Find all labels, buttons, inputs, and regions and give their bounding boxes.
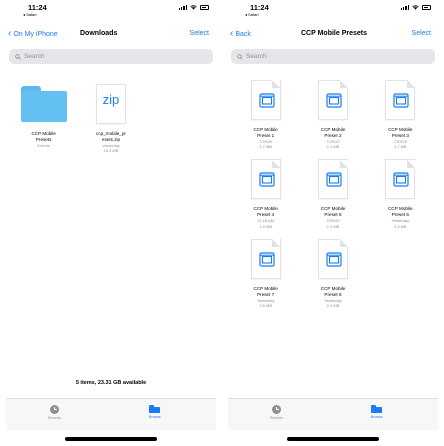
document-icon xyxy=(250,238,281,279)
item-size: 2.7 MB xyxy=(259,144,272,150)
select-button[interactable]: Select xyxy=(412,30,431,37)
item-name: ccp_mobile_pr esets.zip xyxy=(96,131,126,142)
folder-item[interactable]: CCP Mobile Presets 9 items xyxy=(10,82,77,153)
home-indicator[interactable] xyxy=(65,437,157,441)
battery-icon xyxy=(200,5,209,10)
file-grid: CCP Mobile Presets 9 items zip ccp_mobil… xyxy=(0,82,222,153)
back-to-safari[interactable]: ◂ Safari xyxy=(245,12,259,17)
item-size: 2.7 MB xyxy=(393,144,407,150)
preset-file-item[interactable]: CCP Mobile Preset 1 7/29/20 2.7 MB xyxy=(232,78,299,149)
item-name: CCP Mobile Preset 5 xyxy=(320,206,346,218)
navigation-bar: ‹ Back CCP Mobile Presets Select xyxy=(222,28,444,44)
signal-icon xyxy=(178,5,187,10)
preset-file-item[interactable]: CCP Mobile Preset 3 7/29/20 2.7 MB xyxy=(367,78,434,149)
item-size: 2.2 MB xyxy=(326,223,340,229)
item-size: 2.5 MB xyxy=(259,303,272,309)
status-icons xyxy=(178,5,209,10)
status-bar: 11:24 ◂ Safari xyxy=(222,0,444,18)
back-to-safari[interactable]: ◂ Safari xyxy=(23,12,37,17)
document-icon xyxy=(317,80,348,120)
document-icon xyxy=(250,80,281,120)
preset-file-item[interactable]: CCP Mobile Preset 5 7/29/20 2.2 MB xyxy=(299,157,366,229)
tab-browse[interactable]: Browse xyxy=(149,405,161,419)
signal-icon xyxy=(400,5,409,10)
back-button[interactable]: ‹ On My iPhone xyxy=(8,28,58,39)
tab-recents[interactable]: Recents xyxy=(270,405,283,420)
item-size: 2.1 MB xyxy=(326,144,340,150)
preset-file-item[interactable]: CCP Mobile Preset 8 Yesterday 2.4 MB xyxy=(299,237,366,308)
tab-recents[interactable]: Recents xyxy=(48,405,61,420)
back-label: Back xyxy=(235,31,251,38)
preset-file-item[interactable]: CCP Mobile Preset 4 11:18 AM 1.9 MB xyxy=(232,157,299,229)
chevron-left-icon: ‹ xyxy=(230,28,234,39)
storage-summary: 5 items, 23.31 GB available xyxy=(75,380,147,386)
search-icon xyxy=(237,53,243,60)
search-field[interactable]: Search xyxy=(9,49,213,64)
document-icon xyxy=(385,80,416,120)
tab-browse[interactable]: Browse xyxy=(371,405,383,419)
search-placeholder: Search xyxy=(246,53,267,60)
folder-icon xyxy=(149,405,161,413)
status-icons xyxy=(400,5,431,10)
zip-icon: zip xyxy=(95,84,126,124)
document-icon xyxy=(317,238,348,279)
preset-file-item[interactable]: CCP Mobile Preset 2 7/29/20 2.1 MB xyxy=(299,78,366,149)
item-size: 2.5 MB xyxy=(393,223,407,229)
page-title: Downloads xyxy=(80,30,118,37)
item-name: CCP Mobile Preset 7 xyxy=(253,285,278,297)
status-time: 11:24 xyxy=(250,3,269,12)
document-icon xyxy=(250,159,281,200)
document-icon xyxy=(317,159,348,200)
navigation-bar: ‹ On My iPhone Downloads Select xyxy=(0,28,222,44)
item-name: CCP Mobile Preset 1 xyxy=(253,127,278,138)
back-label: On My iPhone xyxy=(13,31,58,38)
presets-screen: 11:24 ◂ Safari ‹ Back CCP Mobile Presets … xyxy=(222,0,444,446)
item-name: CCP Mobile Preset 6 xyxy=(388,206,413,218)
search-placeholder: Search xyxy=(24,53,45,60)
item-size: 2.4 MB xyxy=(326,303,340,309)
preset-file-item[interactable]: CCP Mobile Preset 6 Yesterday 2.5 MB xyxy=(367,157,434,229)
battery-icon xyxy=(422,5,431,10)
zip-file-item[interactable]: zip ccp_mobile_pr esets.zip Yesterday 19… xyxy=(77,82,144,153)
chevron-left-icon: ‹ xyxy=(8,28,12,39)
preset-file-item[interactable]: CCP Mobile Preset 7 Yesterday 2.5 MB xyxy=(232,237,299,308)
downloads-screen: 11:24 ◂ Safari ‹ On My iPhone Downloads S… xyxy=(0,0,222,446)
item-date: 9 items xyxy=(37,143,51,148)
folder-icon xyxy=(371,405,383,413)
clock-icon xyxy=(271,405,281,414)
item-name: CCP Mobile Presets xyxy=(31,131,56,142)
home-indicator[interactable] xyxy=(287,437,379,441)
item-name: CCP Mobile Preset 3 xyxy=(388,127,413,138)
select-button[interactable]: Select xyxy=(190,30,209,37)
clock-icon xyxy=(49,405,59,414)
wifi-icon xyxy=(412,5,419,10)
item-name: CCP Mobile Preset 4 xyxy=(253,206,278,218)
item-size: 1.9 MB xyxy=(259,223,272,229)
status-bar: 11:24 ◂ Safari xyxy=(0,0,222,18)
search-icon xyxy=(15,53,21,60)
page-title: CCP Mobile Presets xyxy=(301,30,368,37)
back-button[interactable]: ‹ Back xyxy=(230,28,251,39)
item-name: CCP Mobile Preset 2 xyxy=(320,127,346,138)
item-size: 19.3 MB xyxy=(103,148,119,154)
file-grid: CCP Mobile Preset 1 7/29/20 2.7 MB CCP Mobi… xyxy=(222,78,444,308)
document-icon xyxy=(385,159,416,200)
tab-bar: Recents Browse xyxy=(6,398,216,430)
status-time: 11:24 xyxy=(28,3,47,12)
wifi-icon xyxy=(190,5,197,10)
search-field[interactable]: Search xyxy=(231,49,435,64)
item-name: CCP Mobile Preset 8 xyxy=(320,285,346,297)
tab-bar: Recents Browse xyxy=(228,398,438,430)
folder-icon xyxy=(20,86,67,122)
